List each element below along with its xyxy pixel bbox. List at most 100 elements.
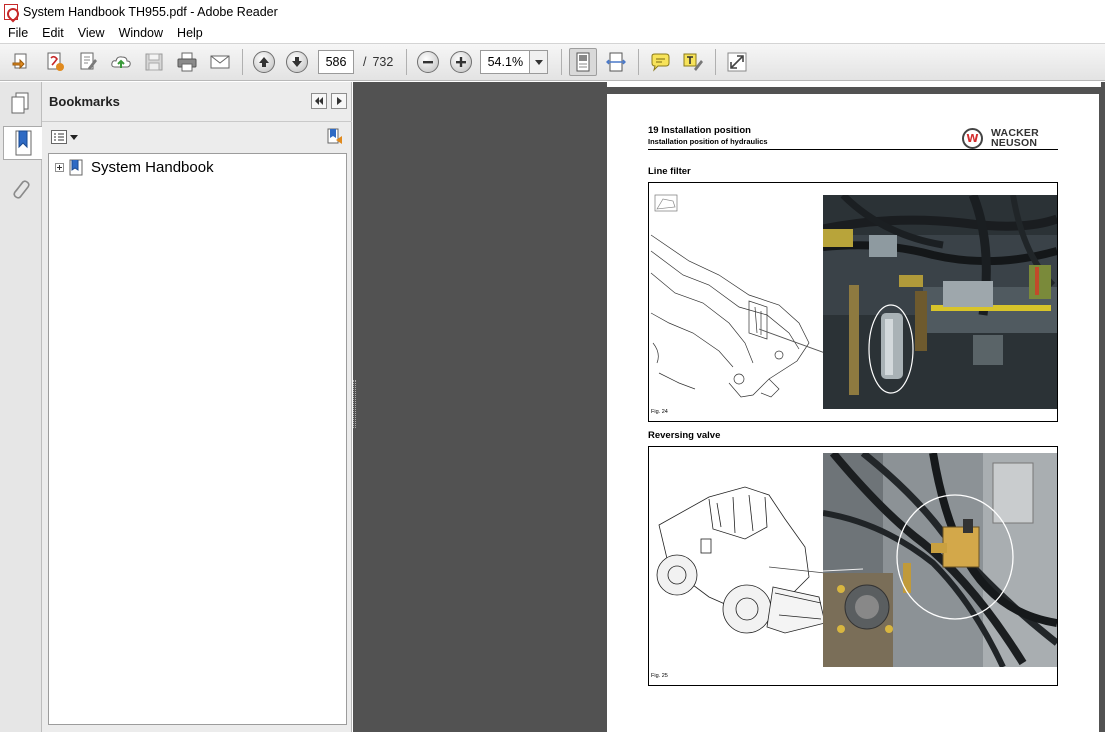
- pdf-page: 19 Installation position Installation po…: [607, 94, 1099, 732]
- toolbar-separator: [242, 49, 243, 75]
- bookmark-item[interactable]: System Handbook: [55, 159, 214, 176]
- bookmark-icon: [69, 159, 83, 176]
- open-file-icon: [12, 53, 27, 70]
- text-highlight-icon: [683, 53, 704, 71]
- main-toolbar: 586 / 732 54.1%: [0, 43, 1105, 81]
- comment-button[interactable]: [646, 48, 674, 76]
- chevron-right-icon: [337, 97, 342, 105]
- arrow-up-icon: [253, 51, 275, 73]
- bookmarks-panel-title: Bookmarks: [49, 94, 120, 109]
- window-title: System Handbook TH955.pdf - Adobe Reader: [23, 4, 278, 19]
- next-page-button[interactable]: [283, 48, 311, 76]
- paperclip-icon: [13, 180, 30, 199]
- toolbar-separator: [638, 49, 640, 75]
- expand-icon: [727, 52, 747, 72]
- collapse-panel-button[interactable]: [311, 93, 327, 109]
- figure-line-filter: Fig. 24: [648, 182, 1058, 422]
- line-filter-photo: [823, 195, 1057, 409]
- save-button[interactable]: [140, 48, 168, 76]
- bookmark-options-button[interactable]: [51, 130, 78, 144]
- total-pages: 732: [372, 55, 394, 69]
- plus-icon: [450, 51, 473, 73]
- title-bar: System Handbook TH955.pdf - Adobe Reader: [0, 0, 1105, 23]
- telehandler-drawing: [656, 486, 825, 634]
- panel-splitter-handle[interactable]: [353, 380, 356, 428]
- toolbar-separator: [406, 49, 408, 75]
- zoom-select[interactable]: 54.1%: [480, 50, 549, 74]
- page-separator: /: [363, 55, 367, 69]
- arrow-down-icon: [286, 51, 308, 73]
- section-title-reversing-valve: Reversing valve: [648, 430, 721, 441]
- panel-forward-button[interactable]: [331, 93, 347, 109]
- sign-button[interactable]: [679, 48, 707, 76]
- panel-nav-buttons: [311, 93, 347, 109]
- toolbar-separator: [561, 49, 563, 75]
- zoom-dropdown-arrow[interactable]: [529, 51, 548, 73]
- fit-page-button[interactable]: [569, 48, 598, 76]
- create-pdf-button[interactable]: [41, 48, 69, 76]
- edit-pdf-button[interactable]: [74, 48, 102, 76]
- email-button[interactable]: [206, 48, 234, 76]
- envelope-icon: [210, 55, 230, 69]
- bookmarks-tab-button[interactable]: [3, 126, 43, 160]
- document-view[interactable]: 19 Installation position Installation po…: [353, 82, 1105, 732]
- menu-help[interactable]: Help: [170, 23, 210, 43]
- previous-page-edge: [607, 82, 1101, 87]
- cloud-upload-icon: [111, 56, 131, 68]
- menu-view[interactable]: View: [71, 23, 112, 43]
- expand-plus-icon[interactable]: [55, 163, 64, 172]
- section-title-line-filter: Line filter: [648, 166, 691, 177]
- reversing-valve-photo: [823, 453, 1057, 667]
- figure-caption-25: Fig. 25: [651, 673, 668, 679]
- logo-line-2: NEUSON: [991, 137, 1038, 149]
- save-disk-icon: [145, 53, 163, 71]
- menu-edit[interactable]: Edit: [35, 23, 71, 43]
- bookmarks-toolbar: [42, 124, 352, 152]
- bookmark-label: System Handbook: [91, 159, 214, 176]
- bookmarks-tree: System Handbook: [48, 153, 347, 725]
- zoom-value: 54.1%: [487, 55, 524, 69]
- toolbar-separator: [715, 49, 717, 75]
- bookmark-search-icon: [327, 128, 342, 144]
- pages-icon: [11, 92, 29, 114]
- previous-page-button[interactable]: [250, 48, 278, 76]
- print-button[interactable]: [173, 48, 201, 76]
- menu-file[interactable]: File: [0, 23, 35, 43]
- page-number-input[interactable]: 586: [318, 50, 354, 74]
- wacker-neuson-logo: W WACKER NEUSON: [962, 126, 1062, 150]
- page-thumbnails-button[interactable]: [4, 86, 36, 120]
- options-list-icon: [51, 130, 67, 144]
- fit-page-icon: [576, 52, 590, 72]
- find-bookmark-button[interactable]: [326, 128, 344, 151]
- fit-width-icon: [606, 52, 627, 72]
- wacker-logo-icon: W: [962, 127, 983, 149]
- sticky-note-icon: [651, 53, 670, 72]
- printer-icon: [177, 52, 197, 72]
- page-header-title: 19 Installation position: [648, 125, 751, 136]
- open-button[interactable]: [8, 48, 36, 76]
- figure-caption-24: Fig. 24: [651, 409, 668, 415]
- bookmarks-panel: Bookmarks System Handbook: [42, 82, 352, 732]
- logo-text: WACKER NEUSON: [991, 128, 1039, 149]
- menu-window[interactable]: Window: [112, 23, 170, 43]
- upload-button[interactable]: [107, 48, 135, 76]
- adobe-reader-window: System Handbook TH955.pdf - Adobe Reader…: [0, 0, 1105, 732]
- page-header-subtitle: Installation position of hydraulics: [648, 137, 768, 146]
- navigation-rail: [0, 82, 43, 732]
- logo-mark-letter: W: [966, 131, 979, 145]
- create-pdf-icon: [47, 52, 64, 71]
- machine-frame-drawing: [650, 194, 824, 398]
- adobe-reader-icon: [4, 3, 18, 20]
- attachments-button[interactable]: [4, 172, 36, 206]
- edit-document-icon: [80, 52, 97, 70]
- bookmarks-panel-header: Bookmarks: [42, 82, 352, 122]
- zoom-out-button[interactable]: [414, 48, 442, 76]
- chevron-down-icon: [70, 134, 78, 140]
- bookmark-ribbon-icon: [15, 130, 31, 156]
- chevron-down-icon: [534, 59, 543, 65]
- zoom-in-button[interactable]: [447, 48, 475, 76]
- figure-reversing-valve: Fig. 25: [648, 446, 1058, 686]
- full-screen-button[interactable]: [723, 48, 751, 76]
- menu-bar: File Edit View Window Help: [0, 23, 1105, 43]
- fit-width-button[interactable]: [602, 48, 630, 76]
